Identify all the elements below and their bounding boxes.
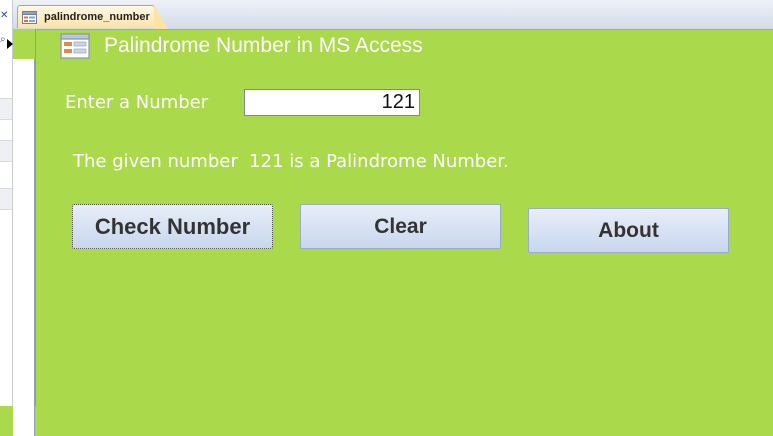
tab-label: palindrome_number	[44, 11, 150, 23]
nav-item[interactable]	[0, 188, 12, 210]
nav-item[interactable]	[0, 98, 12, 120]
form-title: Palindrome Number in MS Access	[104, 34, 423, 57]
document-tab-strip: palindrome_number	[13, 0, 773, 30]
check-number-button[interactable]: Check Number	[72, 204, 273, 249]
navigation-pane: ✕ ⌕	[0, 0, 13, 406]
current-record-arrow-icon	[7, 39, 13, 49]
form-icon	[60, 33, 90, 59]
close-icon[interactable]: ✕	[0, 10, 12, 22]
result-message: The given number 121 is a Palindrome Num…	[73, 151, 509, 172]
about-button[interactable]: About	[528, 208, 729, 253]
form-icon	[22, 10, 37, 24]
nav-item[interactable]	[0, 140, 12, 162]
record-selector-bar[interactable]	[13, 59, 35, 436]
number-field-label: Enter a Number	[65, 92, 209, 113]
number-input[interactable]	[244, 89, 420, 116]
record-selector[interactable]	[13, 29, 36, 436]
clear-button[interactable]: Clear	[300, 204, 501, 249]
tab-palindrome-number[interactable]: palindrome_number	[17, 5, 168, 29]
